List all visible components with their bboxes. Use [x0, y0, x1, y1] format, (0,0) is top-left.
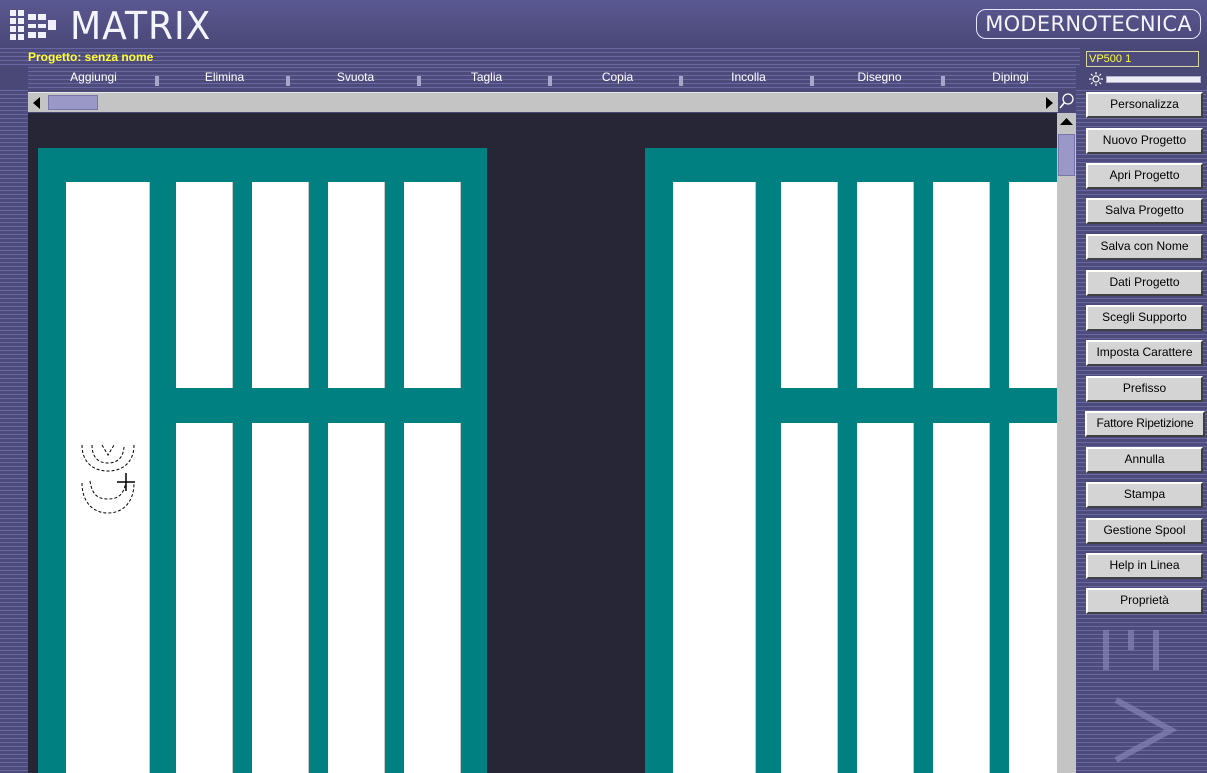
- label-slot[interactable]: [857, 423, 914, 773]
- vertical-scrollbar[interactable]: [1057, 113, 1076, 773]
- help-in-linea-button[interactable]: Help in Linea: [1086, 553, 1203, 579]
- horizontal-scrollbar[interactable]: [28, 92, 1058, 112]
- menu-taglia[interactable]: Taglia: [421, 67, 552, 90]
- brightness-slider[interactable]: [1106, 76, 1201, 83]
- label-slot[interactable]: [404, 182, 461, 388]
- label-slot[interactable]: [328, 423, 385, 773]
- project-name-label: Progetto: senza nome: [28, 50, 154, 64]
- stamp-cursor-icon: [81, 444, 135, 514]
- fattore-ripetizione-button[interactable]: Fattore Ripetizione: [1085, 411, 1205, 437]
- salva-progetto-button[interactable]: Salva Progetto: [1086, 198, 1203, 224]
- magnifier-icon[interactable]: [1058, 92, 1076, 112]
- menu-disegno[interactable]: Disegno: [814, 67, 945, 90]
- dati-progetto-button[interactable]: Dati Progetto: [1086, 270, 1203, 296]
- stampa-button[interactable]: Stampa: [1086, 482, 1203, 508]
- label-slot[interactable]: [781, 182, 838, 388]
- imposta-carattere-button[interactable]: Imposta Carattere: [1086, 340, 1203, 366]
- label-slot[interactable]: [857, 182, 914, 388]
- app-title: MATRIX: [70, 4, 212, 48]
- label-slot[interactable]: [252, 182, 309, 388]
- menu-incolla[interactable]: Incolla: [683, 67, 814, 90]
- scroll-right-arrow-icon[interactable]: [1042, 93, 1056, 113]
- label-panel-right[interactable]: [645, 148, 1057, 773]
- apri-progetto-button[interactable]: Apri Progetto: [1086, 163, 1203, 189]
- brand-logo: MODERNOTECNICA: [976, 9, 1201, 39]
- drawing-canvas[interactable]: [28, 113, 1057, 773]
- proprieta-button[interactable]: Proprietà: [1086, 588, 1203, 614]
- menu-dipingi[interactable]: Dipingi: [945, 67, 1076, 90]
- label-slot[interactable]: [252, 423, 309, 773]
- scroll-up-arrow-icon[interactable]: [1057, 113, 1076, 131]
- personalizza-button[interactable]: Personalizza: [1086, 92, 1203, 118]
- nuovo-progetto-button[interactable]: Nuovo Progetto: [1086, 128, 1203, 154]
- menu-bar: Aggiungi Elimina Svuota Taglia Copia Inc…: [28, 67, 1076, 90]
- menu-aggiungi[interactable]: Aggiungi: [28, 67, 159, 90]
- label-slot[interactable]: [328, 182, 385, 388]
- vertical-scroll-thumb[interactable]: [1058, 134, 1075, 176]
- label-slot[interactable]: [673, 182, 756, 773]
- left-border: [0, 90, 28, 773]
- menu-svuota[interactable]: Svuota: [290, 67, 421, 90]
- annulla-button[interactable]: Annulla: [1086, 447, 1203, 473]
- label-slot[interactable]: [1009, 423, 1057, 773]
- device-field[interactable]: VP500 1: [1086, 51, 1199, 67]
- horizontal-scroll-thumb[interactable]: [48, 95, 98, 110]
- label-slot[interactable]: [1009, 182, 1057, 388]
- project-bar: Progetto: senza nome: [0, 48, 1080, 66]
- menu-copia[interactable]: Copia: [552, 67, 683, 90]
- label-slot[interactable]: [176, 423, 233, 773]
- scroll-left-arrow-icon[interactable]: [28, 93, 46, 113]
- menu-elimina[interactable]: Elimina: [159, 67, 290, 90]
- title-bar: MATRIX MODERNOTECNICA: [0, 0, 1207, 48]
- sun-icon: [1089, 72, 1103, 86]
- label-slot[interactable]: [781, 423, 838, 773]
- label-slot[interactable]: [404, 423, 461, 773]
- label-slot[interactable]: [933, 182, 990, 388]
- command-sidebar: Personalizza Nuovo Progetto Apri Progett…: [1076, 90, 1207, 773]
- label-slot[interactable]: [933, 423, 990, 773]
- gestione-spool-button[interactable]: Gestione Spool: [1086, 518, 1203, 544]
- matrix-logo-icon: [10, 10, 56, 40]
- scegli-supporto-button[interactable]: Scegli Supporto: [1086, 305, 1203, 331]
- prefisso-button[interactable]: Prefisso: [1086, 376, 1203, 402]
- matrix-watermark-icon: [1103, 630, 1178, 763]
- salva-con-nome-button[interactable]: Salva con Nome: [1086, 234, 1203, 260]
- label-slot[interactable]: [176, 182, 233, 388]
